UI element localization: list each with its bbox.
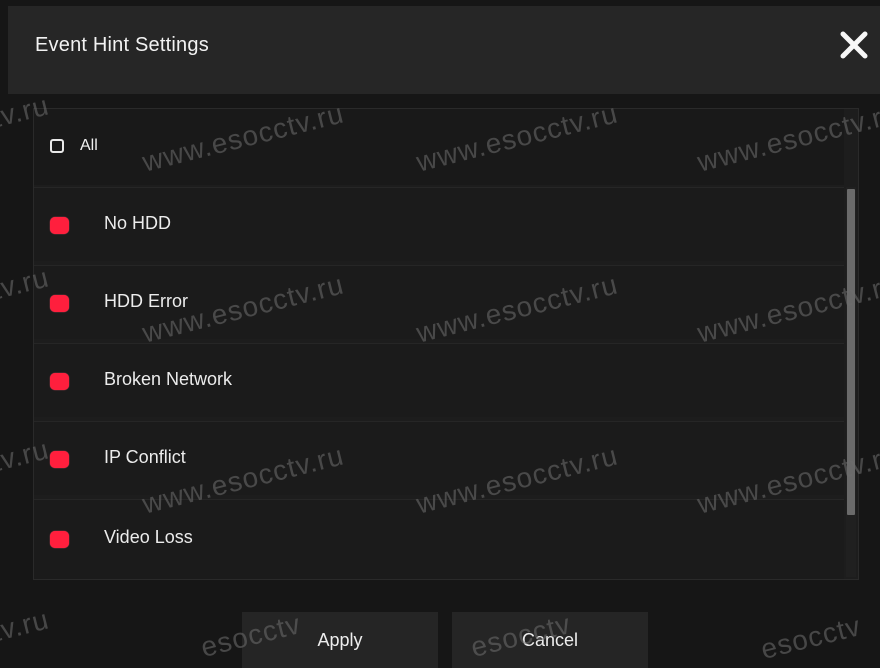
red-indicator-icon [50, 373, 69, 390]
watermark: esocctv [757, 610, 865, 665]
red-indicator-icon [50, 451, 69, 468]
apply-button[interactable]: Apply [242, 612, 438, 668]
event-row-broken-network[interactable]: Broken Network [34, 343, 844, 417]
all-checkbox[interactable] [50, 139, 64, 153]
close-icon [840, 31, 868, 59]
event-label: Video Loss [104, 527, 193, 547]
cancel-button[interactable]: Cancel [452, 612, 648, 668]
select-all-row: All [34, 109, 844, 185]
event-label: HDD Error [104, 291, 188, 311]
event-row-video-loss[interactable]: Video Loss [34, 499, 844, 579]
event-hint-settings-dialog: Event Hint Settings All No HDD HDD Error… [0, 0, 880, 668]
red-indicator-icon [50, 295, 69, 312]
vertical-scrollbar[interactable] [846, 187, 856, 577]
event-row-ip-conflict[interactable]: IP Conflict [34, 421, 844, 495]
event-list-panel: All No HDD HDD Error Broken Network IP C… [33, 108, 859, 580]
scrollbar-thumb[interactable] [847, 189, 855, 515]
dialog-titlebar: Event Hint Settings [8, 6, 880, 94]
event-label: No HDD [104, 213, 172, 233]
all-label: All [80, 137, 98, 154]
event-row-no-hdd[interactable]: No HDD [34, 187, 844, 261]
event-row-hdd-error[interactable]: HDD Error [34, 265, 844, 339]
watermark: tv.ru [0, 603, 53, 648]
red-indicator-icon [50, 531, 69, 548]
close-button[interactable] [837, 28, 871, 62]
event-label: IP Conflict [104, 447, 186, 467]
red-indicator-icon [50, 217, 69, 234]
dialog-title: Event Hint Settings [35, 34, 209, 56]
event-label: Broken Network [104, 369, 233, 389]
